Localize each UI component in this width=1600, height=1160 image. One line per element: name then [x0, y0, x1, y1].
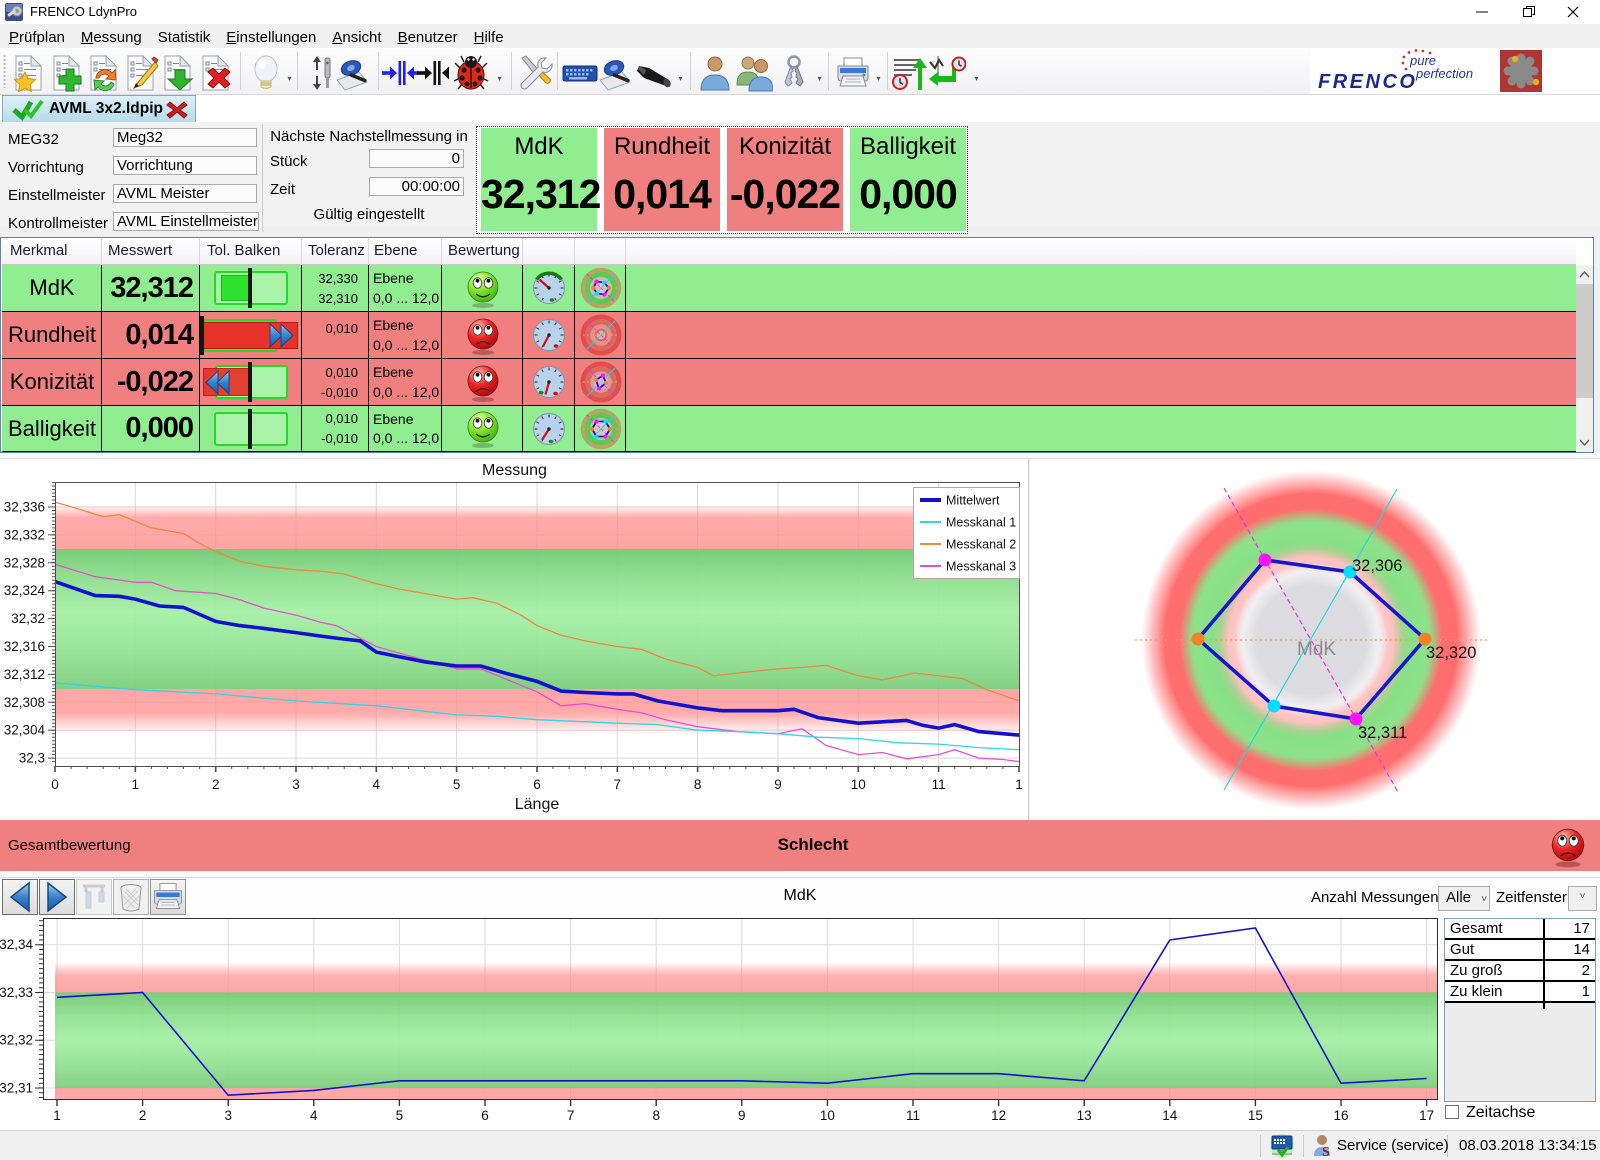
svg-text:2: 2: [212, 777, 220, 792]
svg-text:10: 10: [820, 1108, 835, 1123]
svg-text:32,31: 32,31: [0, 1081, 33, 1096]
svg-text:Messkanal 1: Messkanal 1: [946, 516, 1016, 530]
svg-text:3: 3: [224, 1108, 232, 1123]
svg-text:17: 17: [1419, 1108, 1434, 1123]
svg-text:13: 13: [1077, 1108, 1092, 1123]
svg-text:Messkanal 3: Messkanal 3: [946, 560, 1016, 574]
svg-text:9: 9: [738, 1108, 746, 1123]
svg-text:MdK: MdK: [1297, 639, 1336, 660]
svg-text:32,32: 32,32: [0, 1033, 33, 1048]
svg-text:32,32: 32,32: [11, 611, 45, 626]
svg-text:Mittelwert: Mittelwert: [946, 494, 1000, 508]
svg-text:2: 2: [139, 1108, 147, 1123]
svg-text:8: 8: [652, 1108, 660, 1123]
svg-text:32,332: 32,332: [4, 527, 45, 542]
svg-text:11: 11: [906, 1108, 920, 1123]
svg-text:32,324: 32,324: [4, 583, 46, 598]
svg-text:0: 0: [51, 777, 59, 792]
svg-text:32,320: 32,320: [1426, 644, 1476, 662]
svg-text:7: 7: [567, 1108, 575, 1123]
svg-text:16: 16: [1333, 1108, 1348, 1123]
svg-text:1: 1: [53, 1108, 61, 1123]
svg-text:11: 11: [932, 777, 946, 792]
svg-text:32,306: 32,306: [1352, 557, 1402, 575]
svg-text:5: 5: [396, 1108, 404, 1123]
svg-text:32,316: 32,316: [4, 639, 45, 654]
svg-text:perfection: perfection: [1415, 66, 1473, 81]
svg-text:32,336: 32,336: [4, 500, 45, 515]
svg-text:S: S: [1322, 1145, 1330, 1158]
svg-text:10: 10: [851, 777, 866, 792]
svg-text:32,308: 32,308: [4, 695, 45, 710]
svg-text:32,311: 32,311: [1358, 724, 1407, 742]
svg-text:32,304: 32,304: [4, 723, 46, 738]
svg-text:7: 7: [614, 777, 622, 792]
svg-text:5: 5: [453, 777, 461, 792]
svg-text:12: 12: [991, 1108, 1006, 1123]
svg-text:4: 4: [310, 1108, 318, 1123]
svg-text:1: 1: [132, 777, 140, 792]
svg-text:32,33: 32,33: [0, 985, 33, 1000]
svg-text:32,328: 32,328: [4, 555, 45, 570]
svg-text:Länge: Länge: [515, 796, 560, 813]
svg-text:32,34: 32,34: [0, 937, 33, 952]
svg-text:6: 6: [481, 1108, 489, 1123]
svg-text:Messkanal 2: Messkanal 2: [946, 538, 1016, 552]
svg-text:32,312: 32,312: [4, 667, 45, 682]
svg-text:14: 14: [1162, 1108, 1178, 1123]
svg-text:1: 1: [1015, 777, 1023, 792]
svg-text:32,3: 32,3: [19, 751, 45, 766]
svg-text:8: 8: [694, 777, 702, 792]
svg-text:4: 4: [373, 777, 381, 792]
svg-text:9: 9: [774, 777, 782, 792]
svg-text:FRENCO: FRENCO: [1318, 71, 1417, 93]
svg-text:15: 15: [1248, 1108, 1263, 1123]
svg-text:3: 3: [292, 777, 300, 792]
svg-text:6: 6: [533, 777, 541, 792]
